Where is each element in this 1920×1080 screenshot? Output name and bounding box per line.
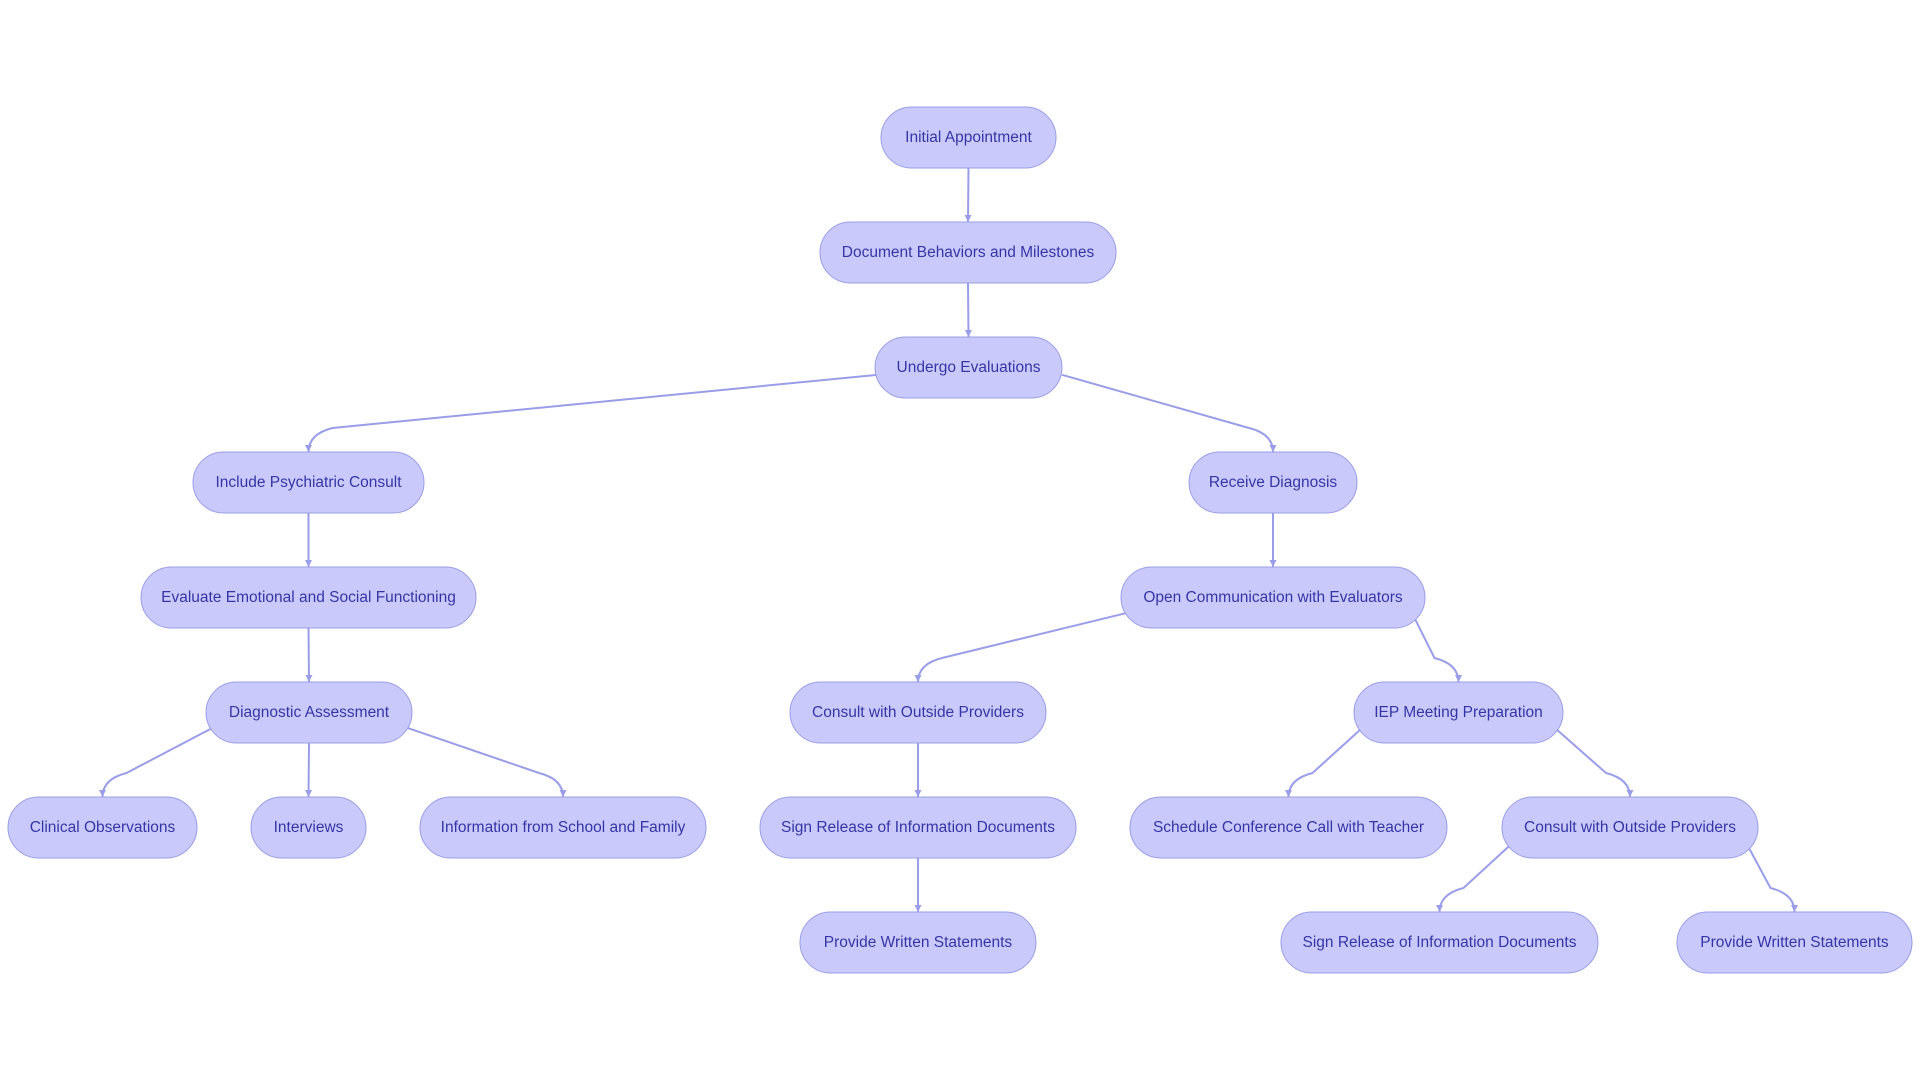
node-label: Provide Written Statements [1700,934,1889,951]
node-information-from-school-and-family[interactable]: Information from School and Family [419,796,707,859]
edge-n6-to-n8 [305,627,313,683]
edge-n7-to-n9 [914,609,1136,683]
node-label: Diagnostic Assessment [229,704,390,721]
node-provide-written-statements[interactable]: Provide Written Statements [1676,911,1913,974]
node-initial-appointment[interactable]: Initial Appointment [880,106,1057,169]
node-undergo-evaluations[interactable]: Undergo Evaluations [874,336,1063,399]
node-label: Provide Written Statements [824,934,1013,951]
edge-n7-to-n10 [1410,610,1462,683]
node-label: Schedule Conference Call with Teacher [1153,819,1424,836]
node-include-psychiatric-consult[interactable]: Include Psychiatric Consult [192,451,425,514]
node-iep-meeting-preparation[interactable]: IEP Meeting Preparation [1353,681,1564,744]
node-sign-release-of-information-documents[interactable]: Sign Release of Information Documents [1280,911,1599,974]
node-clinical-observations[interactable]: Clinical Observations [7,796,198,859]
node-label: Open Communication with Evaluators [1143,589,1403,606]
edge-n16-to-n18 [1436,840,1516,913]
node-consult-with-outside-providers[interactable]: Consult with Outside Providers [789,681,1047,744]
node-label: Information from School and Family [441,819,686,836]
edge-n8-to-n12 [305,742,313,798]
node-interviews[interactable]: Interviews [250,796,367,859]
edge-n16-to-n19 [1744,840,1798,913]
node-label: Consult with Outside Providers [1524,819,1736,836]
edge-n8-to-n11 [99,725,217,798]
node-open-communication-with-evaluators[interactable]: Open Communication with Evaluators [1120,566,1426,629]
node-label: Sign Release of Information Documents [781,819,1055,836]
node-provide-written-statements[interactable]: Provide Written Statements [799,911,1037,974]
node-label: Undergo Evaluations [897,359,1041,376]
node-evaluate-emotional-and-social-functioning[interactable]: Evaluate Emotional and Social Functionin… [140,566,477,629]
edge-n3-to-n5 [1061,373,1277,453]
node-label: Document Behaviors and Milestones [842,244,1095,261]
edge-n10-to-n16 [1551,725,1634,798]
edge-n8-to-n13 [401,724,567,798]
node-document-behaviors-and-milestones[interactable]: Document Behaviors and Milestones [819,221,1117,284]
edge-n1-to-n2 [964,167,972,223]
flowchart-diagram: Initial Appointment Document Behaviors an… [7,106,1913,974]
node-label: Initial Appointment [905,129,1032,146]
node-label: Receive Diagnosis [1209,474,1338,491]
node-diagnostic-assessment[interactable]: Diagnostic Assessment [205,681,413,744]
node-receive-diagnosis[interactable]: Receive Diagnosis [1188,451,1358,514]
node-label: Clinical Observations [30,819,176,836]
node-label: Include Psychiatric Consult [215,474,402,491]
node-label: Sign Release of Information Documents [1303,934,1577,951]
node-sign-release-of-information-documents[interactable]: Sign Release of Information Documents [759,796,1077,859]
nodes-layer: Initial Appointment Document Behaviors an… [7,106,1913,974]
node-label: IEP Meeting Preparation [1374,704,1543,721]
node-consult-with-outside-providers[interactable]: Consult with Outside Providers [1501,796,1759,859]
node-schedule-conference-call-with-teacher[interactable]: Schedule Conference Call with Teacher [1129,796,1448,859]
node-label: Interviews [274,819,344,836]
edge-n2-to-n3 [964,282,972,338]
edge-n3-to-n4 [305,373,878,453]
edge-n10-to-n15 [1285,725,1366,798]
node-label: Evaluate Emotional and Social Functionin… [161,589,456,606]
node-label: Consult with Outside Providers [812,704,1024,721]
